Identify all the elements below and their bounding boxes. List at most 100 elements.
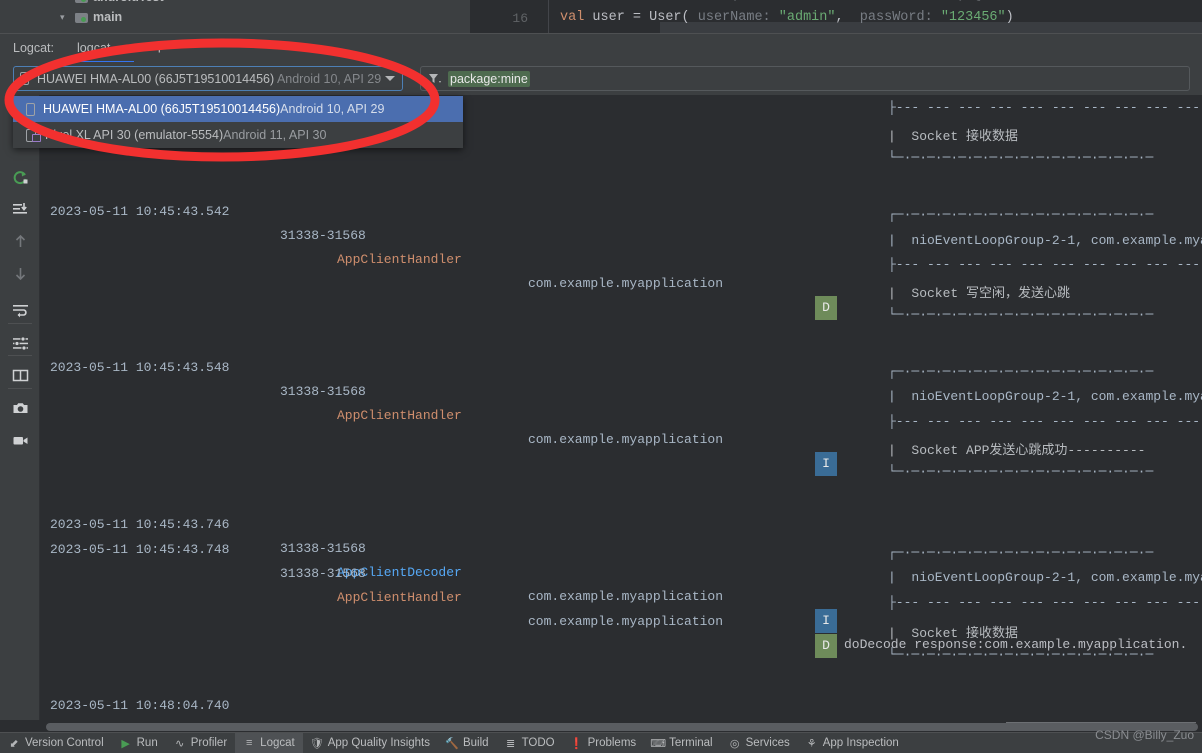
log-message-box-line: └─·─·─·─·─·─·─·─·─·─·─·─·─·─·─·─·─ — [888, 150, 1154, 165]
class-user: User — [649, 10, 682, 25]
code-editor-pane[interactable]: ▶ ▌ 15 16 ⌄ override fun onCreate(savedI… — [470, 0, 1202, 33]
tool-button-profiler[interactable]: ∿ Profiler — [166, 733, 235, 753]
device-option-huawei[interactable]: HUAWEI HMA-AL00 (66J5T19510014456) Andro… — [13, 96, 463, 122]
string-password: "123456" — [940, 10, 1006, 25]
log-row[interactable]: 2023-05-11 10:45:43.542 31338-31568 AppC… — [40, 176, 1202, 320]
project-tree-pane[interactable]: ▾ androidTest ▾ main — [0, 0, 470, 33]
tool-button-problems[interactable]: ❗ Problems — [563, 733, 645, 753]
close-icon[interactable]: × — [119, 41, 126, 55]
top-strip: ▾ androidTest ▾ main ▶ ▌ 15 16 ⌄ — [0, 0, 1202, 33]
camera-icon — [13, 402, 27, 413]
device-option-pixel[interactable]: Pixel XL API 30 (emulator-5554) Android … — [13, 122, 463, 148]
android-studio-window: ▾ androidTest ▾ main ▶ ▌ 15 16 ⌄ — [0, 0, 1202, 753]
next-occurrence-button[interactable] — [8, 261, 32, 285]
logcat-icon: ≡ — [245, 737, 253, 749]
phone-icon — [20, 72, 29, 85]
toolbar-divider — [8, 355, 32, 356]
services-icon: ◎ — [729, 737, 740, 750]
log-row[interactable]: 2023-05-11 10:48:04.740 31338-31338 HiTo… — [40, 670, 1202, 713]
tool-button-todo[interactable]: ≣ TODO — [497, 733, 563, 753]
param-hint-username: userName: — [689, 10, 779, 25]
run-icon: ▶ — [121, 737, 130, 750]
tree-item-androidtest[interactable]: ▾ androidTest — [60, 0, 164, 4]
device-meta: Android 10, API 29 — [274, 71, 382, 86]
assign-operator: = — [632, 10, 650, 25]
tab-logcat[interactable]: logcat × — [69, 34, 135, 63]
inspection-icon: ⚘ — [806, 737, 817, 750]
screen-record-button[interactable] — [8, 428, 32, 452]
todo-icon: ≣ — [505, 737, 516, 750]
split-panel-button[interactable] — [8, 363, 32, 387]
chevron-down-icon: ▾ — [60, 0, 70, 3]
code-line-current: val user = User( userName: "admin", pass… — [560, 10, 1014, 25]
tool-button-services[interactable]: ◎ Services — [721, 733, 798, 753]
gutter-run-icons[interactable]: ▶ ▌ — [484, 0, 502, 2]
device-option-name: Pixel XL API 30 (emulator-5554) — [45, 128, 224, 142]
tool-button-terminal[interactable]: ⌨ Terminal — [644, 733, 720, 753]
profiler-icon: ∿ — [175, 737, 185, 750]
log-pid: 31338-31568 — [280, 566, 366, 581]
log-row[interactable]: 2023-05-11 10:48:43.643 31338-31568 AppC… — [40, 696, 1202, 720]
tree-item-main[interactable]: ▾ main — [60, 10, 122, 24]
log-row[interactable]: 2023-05-11 10:45:43.746 31338-31568 AppC… — [40, 489, 1202, 652]
run-gutter-icon[interactable]: ▶ — [484, 0, 492, 2]
logcat-output[interactable]: 2023-05-11 10:45:43.542 31338-31568 AppC… — [40, 95, 1202, 720]
editor-warning-icon[interactable]: ● — [1189, 0, 1196, 2]
log-tag: AppClientHandler — [337, 408, 462, 423]
scroll-to-end-button[interactable] — [8, 197, 32, 221]
log-row[interactable]: 2023-05-11 10:45:43.748 31338-31568 AppC… — [40, 514, 1202, 658]
horizontal-scrollbar-thumb[interactable] — [46, 723, 1198, 731]
tool-button-app-inspection[interactable]: ⚘ App Inspection — [798, 733, 907, 753]
tool-button-logcat[interactable]: ≡ Logcat — [235, 732, 303, 753]
gutter-divider — [548, 0, 549, 33]
tool-button-label: Services — [745, 737, 790, 749]
sliders-icon — [12, 335, 28, 351]
log-message-box-line: ├--- --- --- --- --- --- --- --- --- ---… — [888, 414, 1201, 429]
device-name: HUAWEI HMA-AL00 (66J5T19510014456) — [37, 71, 275, 86]
tool-button-label: App Quality Insights — [327, 737, 430, 749]
add-tab-button[interactable]: + — [154, 40, 164, 57]
log-message-box-line: | nioEventLoopGroup-2-1, com.example.mya… — [888, 389, 1202, 404]
log-row[interactable]: 2023-05-11 10:45:43.548 31338-31568 AppC… — [40, 332, 1202, 476]
bookmark-gutter-icon[interactable]: ▌ — [495, 0, 502, 2]
code-fold-icon[interactable]: ⌄ — [538, 0, 548, 1]
logcat-filter-field[interactable]: package:mine — [420, 66, 1190, 91]
previous-occurrence-button[interactable] — [8, 229, 32, 253]
log-tag: AppClientHandler — [337, 252, 462, 267]
tool-button-label: Version Control — [25, 737, 104, 749]
watermark: CSDN @Billy_Zuo — [1095, 728, 1194, 742]
log-package: com.example.myapplication — [528, 276, 724, 291]
chevron-down-icon[interactable] — [385, 76, 395, 81]
split-panel-icon — [12, 369, 28, 381]
emulator-icon — [26, 129, 41, 142]
log-message-box-line: └─·─·─·─·─·─·─·─·─·─·─·─·─·─·─·─·─ — [888, 464, 1154, 479]
tool-button-build[interactable]: 🔨 Build — [438, 733, 497, 753]
log-message-box-line: | Socket 接收数据 — [888, 626, 1019, 641]
tool-button-app-quality-insights[interactable]: 🛡 App Quality Insights — [303, 733, 438, 753]
device-dropdown-list[interactable]: HUAWEI HMA-AL00 (66J5T19510014456) Andro… — [13, 96, 463, 148]
log-timestamp: 2023-05-11 10:45:43.748 — [50, 542, 230, 557]
line-number: 15 — [512, 0, 528, 4]
device-option-name: HUAWEI HMA-AL00 (66J5T19510014456) — [43, 102, 281, 116]
tree-item-label: main — [93, 10, 123, 24]
tool-button-run[interactable]: ▶ Run — [112, 733, 166, 753]
video-icon — [13, 436, 27, 444]
log-package: com.example.myapplication — [528, 589, 724, 604]
folder-icon — [75, 12, 88, 23]
configure-filters-button[interactable] — [8, 331, 32, 355]
tool-button-version-control[interactable]: ⬋ Version Control — [0, 733, 112, 753]
log-pid: 31338-31568 — [280, 228, 366, 243]
tool-button-label: Run — [136, 737, 158, 749]
filter-funnel-icon[interactable] — [428, 72, 441, 85]
paren-close: ) — [1005, 10, 1014, 25]
screenshot-button[interactable] — [8, 396, 32, 420]
soft-wrap-button[interactable] — [8, 298, 32, 322]
device-selector-combobox[interactable]: HUAWEI HMA-AL00 (66J5T19510014456) Andro… — [13, 66, 403, 91]
restart-logcat-button[interactable] — [8, 165, 32, 189]
comma: , — [835, 10, 860, 25]
log-level-badge: I — [815, 609, 837, 633]
problems-icon: ❗ — [569, 737, 584, 750]
scroll-to-end-icon — [12, 202, 27, 214]
string-admin: "admin" — [778, 10, 836, 25]
log-level-badge: I — [815, 452, 837, 476]
